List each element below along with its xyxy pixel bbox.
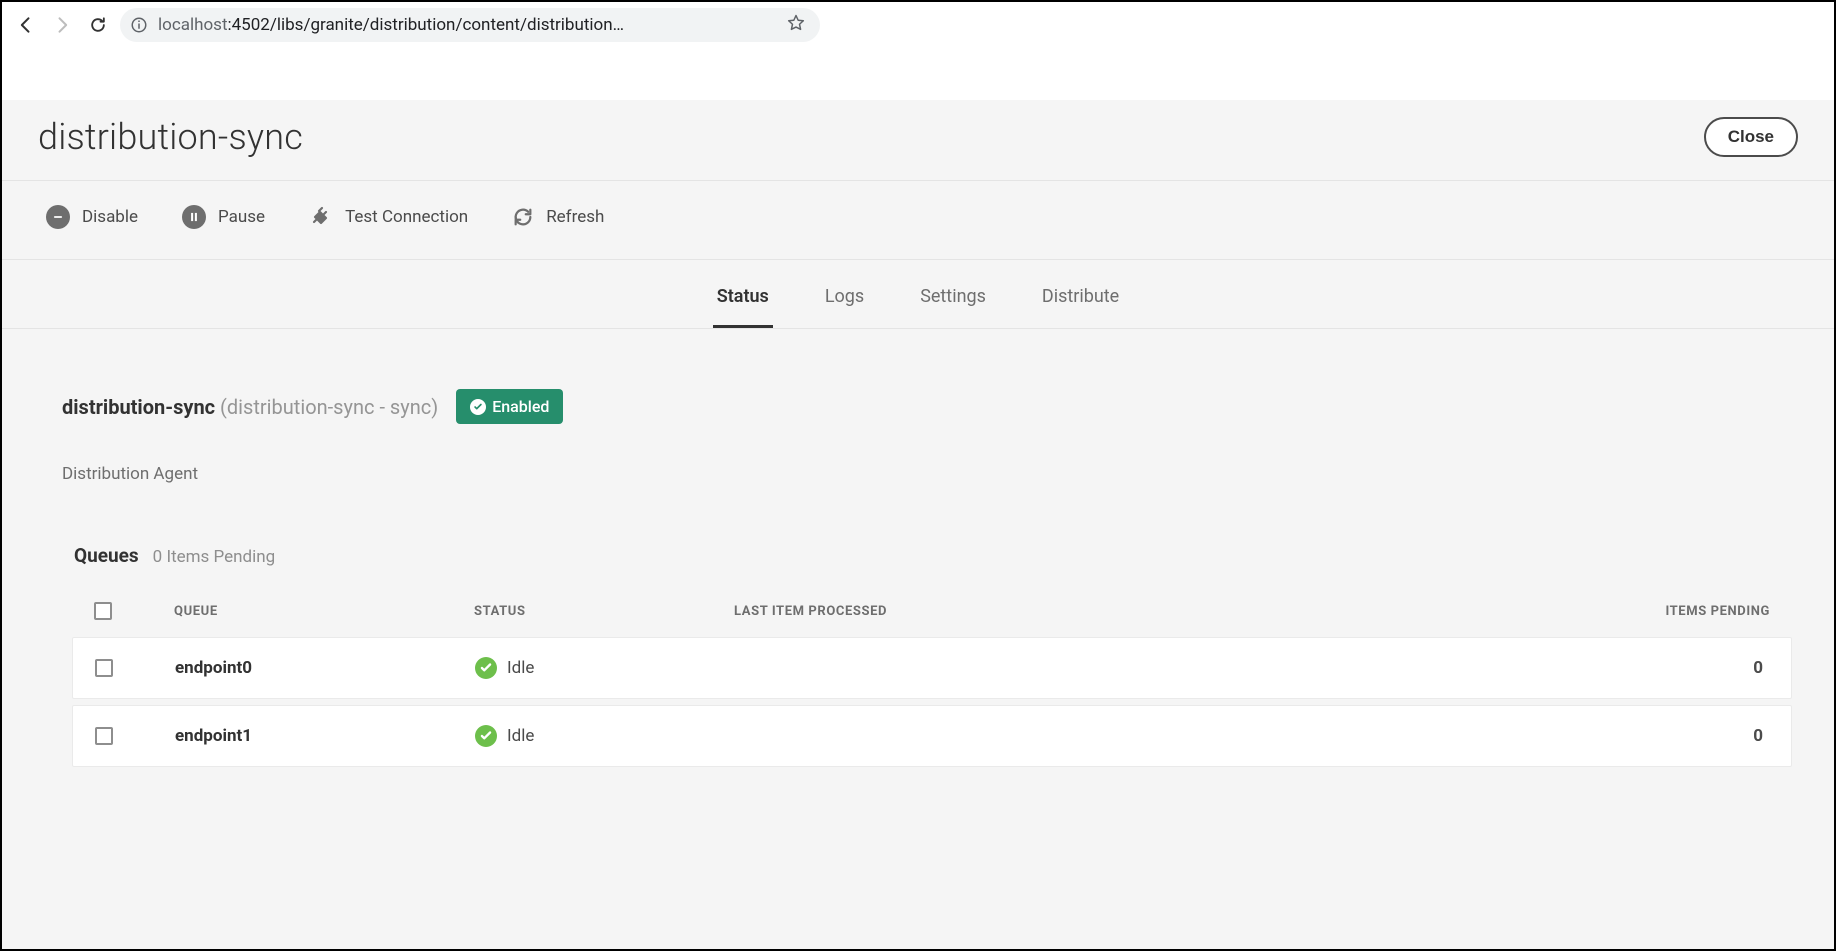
browser-address-bar[interactable]: localhost:4502/libs/granite/distribution…: [120, 8, 820, 42]
site-info-icon[interactable]: [130, 16, 148, 34]
row-checkbox[interactable]: [95, 659, 113, 677]
browser-reload-button[interactable]: [84, 11, 112, 39]
disable-action[interactable]: Disable: [46, 205, 138, 229]
queue-status: Idle: [507, 658, 534, 678]
agent-type-label: Distribution Agent: [62, 464, 1798, 484]
refresh-action[interactable]: Refresh: [512, 206, 604, 228]
actions-toolbar: Disable Pause Test Connection Refresh: [2, 181, 1834, 260]
queue-name: endpoint0: [175, 658, 475, 678]
disable-icon: [46, 205, 70, 229]
pause-label: Pause: [218, 207, 265, 227]
url-host: localhost: [158, 15, 228, 35]
pause-icon: [182, 205, 206, 229]
tab-content-status: distribution-sync (distribution-sync - s…: [2, 329, 1834, 949]
queue-status: Idle: [507, 726, 534, 746]
check-icon: [470, 399, 486, 415]
row-checkbox[interactable]: [95, 727, 113, 745]
test-connection-label: Test Connection: [345, 207, 468, 227]
tab-status[interactable]: Status: [713, 268, 773, 328]
queues-section: Queues 0 Items Pending QUEUE STATUS LAST…: [62, 544, 1798, 767]
queue-row[interactable]: endpoint1 Idle 0: [72, 705, 1792, 767]
plug-icon: [309, 205, 333, 229]
close-button[interactable]: Close: [1704, 117, 1798, 157]
status-ok-icon: [475, 657, 497, 679]
status-ok-icon: [475, 725, 497, 747]
app-top-strip: [2, 48, 1834, 100]
select-all-checkbox[interactable]: [94, 602, 112, 620]
queue-pending: 0: [1569, 726, 1769, 746]
refresh-icon: [512, 206, 534, 228]
url-path: :4502/libs/granite/distribution/content/…: [228, 15, 625, 35]
browser-toolbar: localhost:4502/libs/granite/distribution…: [2, 2, 1834, 48]
agent-heading: distribution-sync (distribution-sync - s…: [62, 389, 1798, 424]
col-queue: QUEUE: [174, 604, 474, 619]
pause-action[interactable]: Pause: [182, 205, 265, 229]
tabs: Status Logs Settings Distribute: [2, 260, 1834, 329]
queues-table-header: QUEUE STATUS LAST ITEM PROCESSED ITEMS P…: [72, 591, 1792, 631]
col-pending: ITEMS PENDING: [1570, 604, 1770, 619]
disable-label: Disable: [82, 207, 138, 227]
queue-row[interactable]: endpoint0 Idle 0: [72, 637, 1792, 699]
queues-title: Queues: [74, 544, 139, 567]
queue-pending: 0: [1569, 658, 1769, 678]
agent-name: distribution-sync: [62, 395, 215, 419]
browser-back-button[interactable]: [12, 11, 40, 39]
queue-name: endpoint1: [175, 726, 475, 746]
col-status: STATUS: [474, 604, 734, 619]
col-last: LAST ITEM PROCESSED: [734, 604, 1570, 619]
test-connection-action[interactable]: Test Connection: [309, 205, 468, 229]
queues-table: QUEUE STATUS LAST ITEM PROCESSED ITEMS P…: [72, 591, 1792, 767]
agent-subtitle: (distribution-sync - sync): [220, 395, 438, 419]
bookmark-star-icon[interactable]: [786, 13, 806, 38]
tab-distribute[interactable]: Distribute: [1038, 268, 1123, 328]
page-title: distribution-sync: [38, 116, 303, 158]
agent-enabled-badge: Enabled: [456, 389, 563, 424]
tab-logs[interactable]: Logs: [821, 268, 868, 328]
tab-settings[interactable]: Settings: [916, 268, 990, 328]
queues-pending-summary: 0 Items Pending: [153, 547, 276, 567]
agent-enabled-label: Enabled: [492, 397, 549, 416]
page-header: distribution-sync Close: [2, 100, 1834, 181]
browser-forward-button[interactable]: [48, 11, 76, 39]
refresh-label: Refresh: [546, 207, 604, 227]
